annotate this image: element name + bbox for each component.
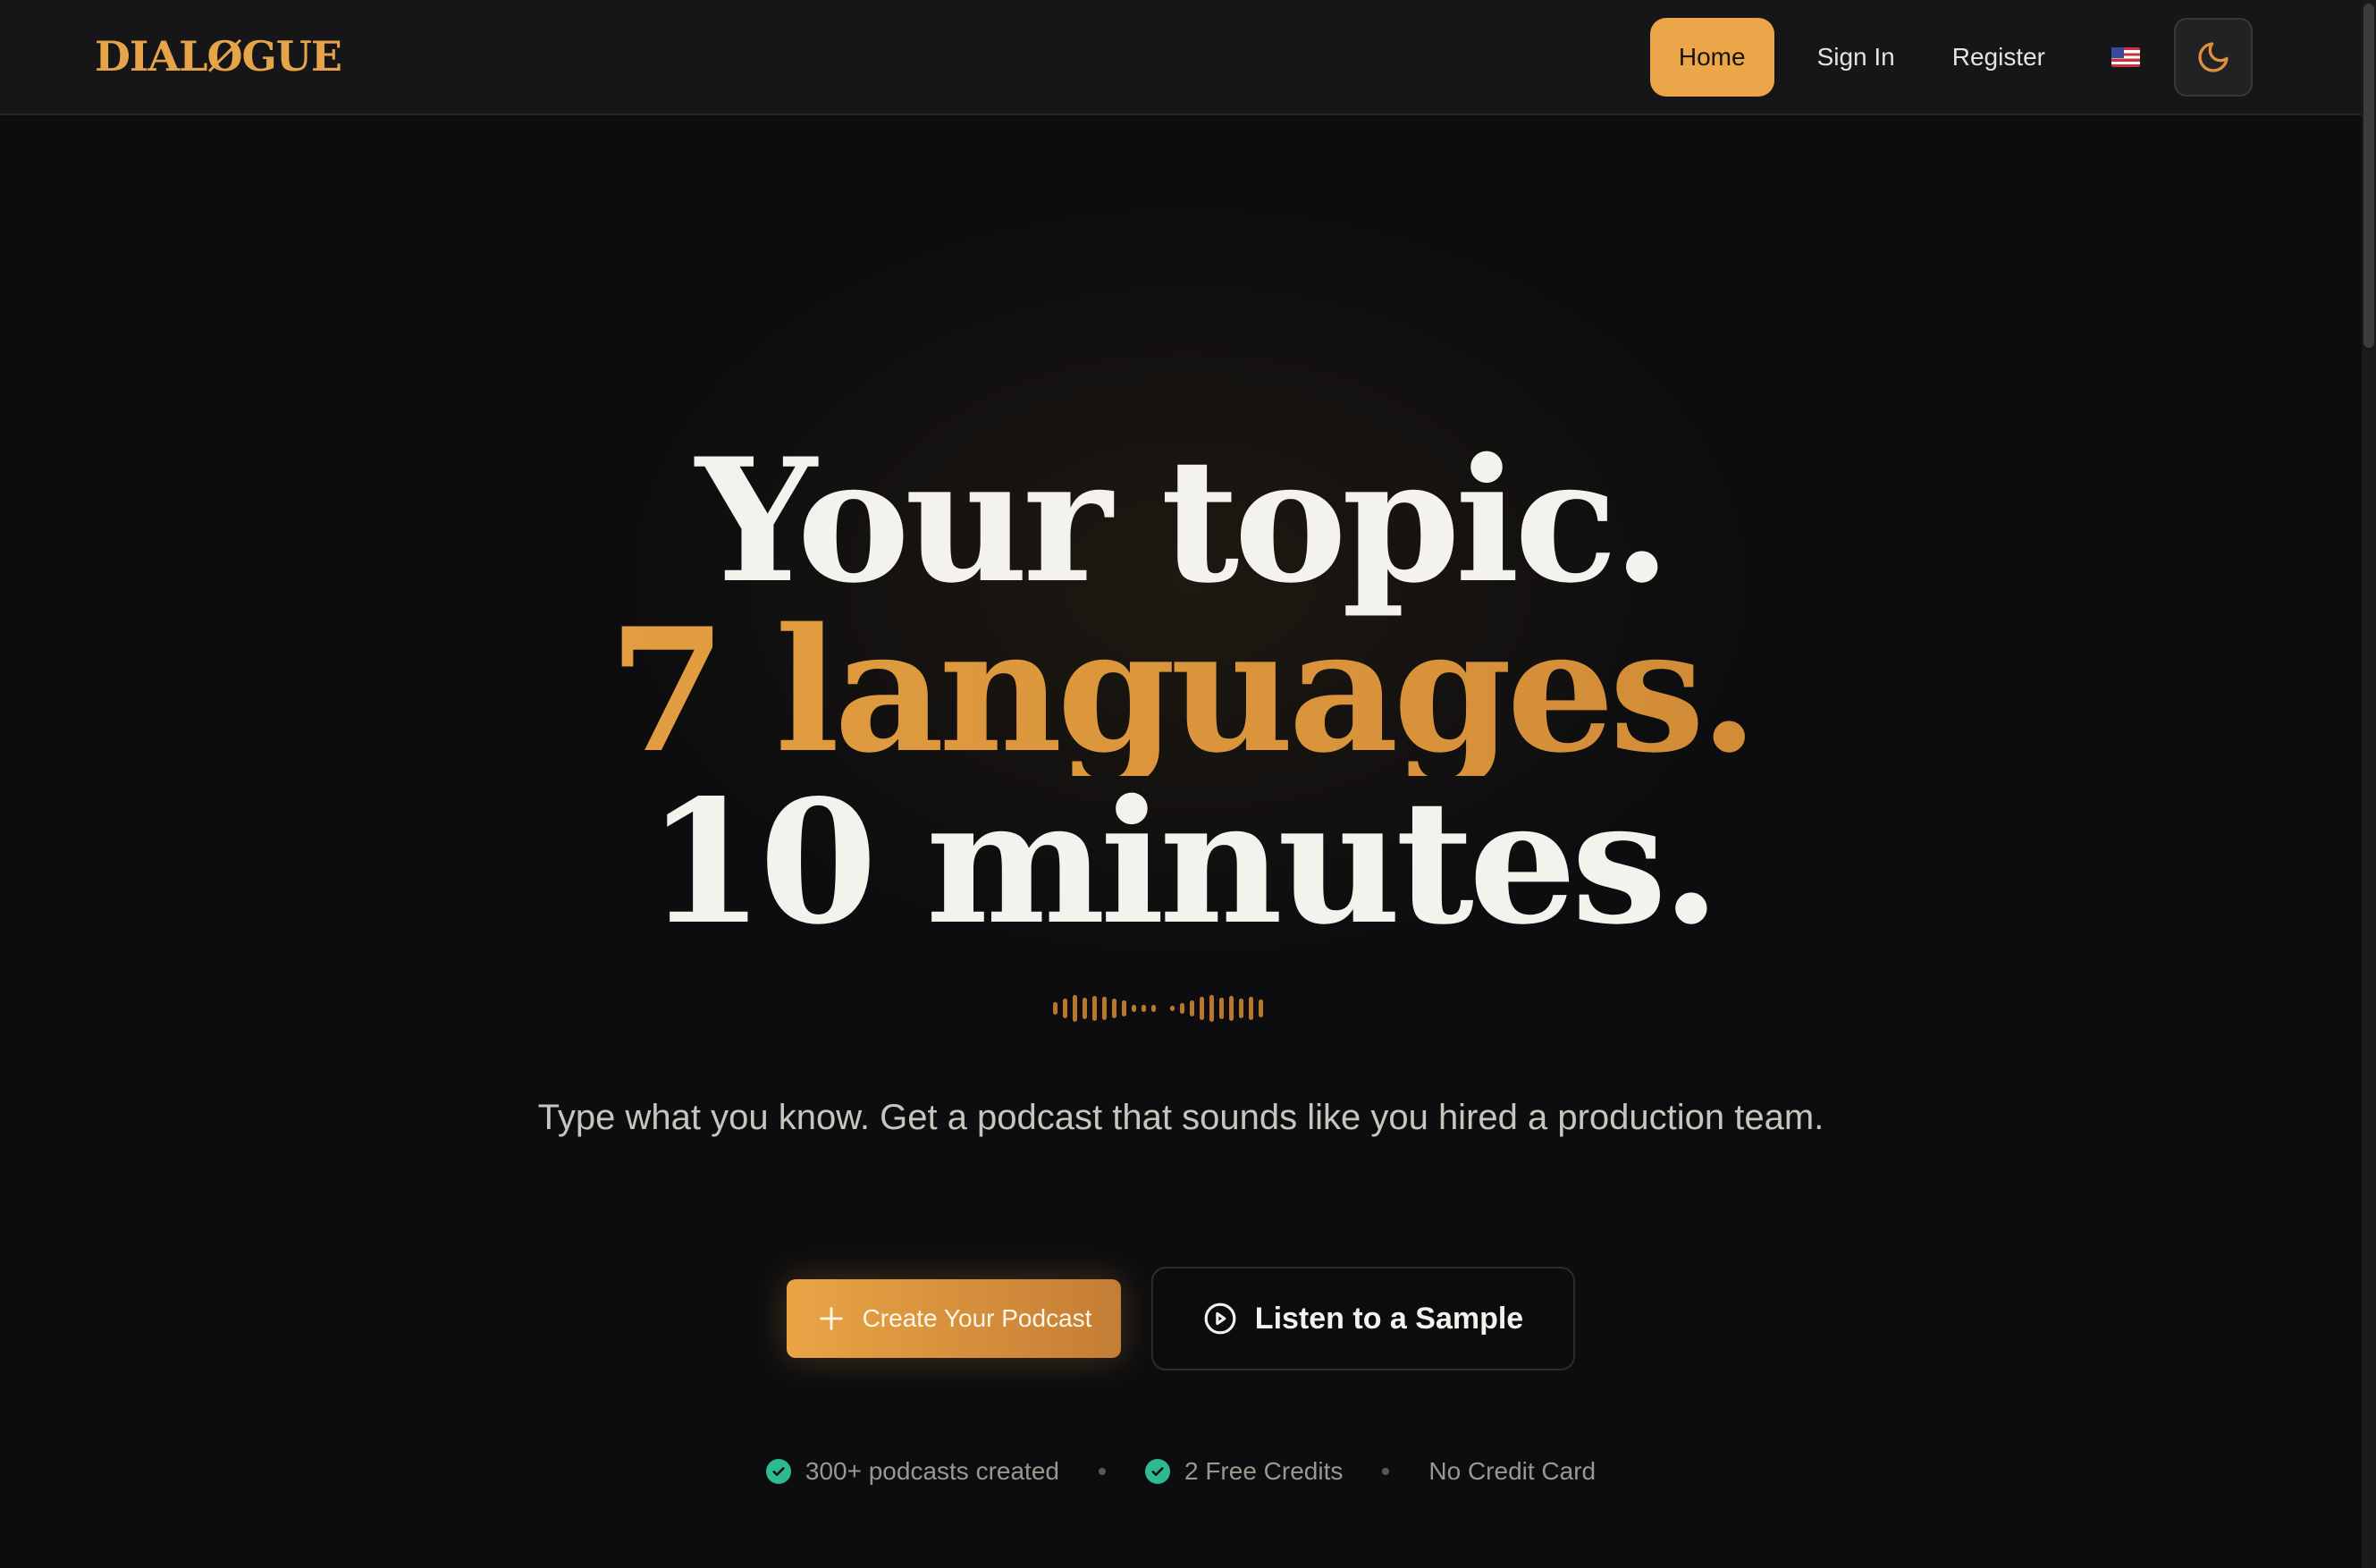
trust-item-podcasts: 300+ podcasts created	[765, 1457, 1059, 1486]
trust-item-credits: 2 Free Credits	[1144, 1457, 1344, 1486]
play-circle-icon	[1204, 1302, 1236, 1335]
moon-icon	[2198, 42, 2229, 72]
plus-icon	[819, 1307, 843, 1330]
nav-register-link[interactable]: Register	[1924, 18, 2074, 97]
top-navbar: DIALØGUE Home Sign In Register	[0, 0, 2362, 115]
page-scrollbar[interactable]	[2362, 0, 2376, 1568]
trust-item-label: 2 Free Credits	[1184, 1457, 1344, 1485]
trust-item-label: 300+ podcasts created	[805, 1457, 1059, 1485]
separator-dot	[1382, 1468, 1390, 1475]
separator-dot	[1098, 1468, 1106, 1475]
main-nav: Home Sign In Register	[1649, 18, 2253, 97]
hero-heading-line-1: Your topic.	[695, 421, 1672, 620]
check-circle-icon	[1144, 1459, 1170, 1484]
listen-sample-button[interactable]: Listen to a Sample	[1151, 1267, 1575, 1370]
trust-item-no-card: No Credit Card	[1428, 1457, 1596, 1486]
check-circle-icon	[765, 1459, 791, 1484]
theme-toggle-button[interactable]	[2174, 18, 2253, 97]
trust-indicators: 300+ podcasts created 2 Free Credits No …	[0, 1457, 2362, 1486]
us-flag-icon[interactable]	[2111, 47, 2140, 67]
create-podcast-button[interactable]: Create Your Podcast	[787, 1279, 1121, 1358]
nav-home-link[interactable]: Home	[1649, 18, 1774, 97]
landing-page: DIALØGUE Home Sign In Register Your topi…	[0, 0, 2376, 1568]
brand-logo[interactable]: DIALØGUE	[95, 32, 342, 80]
hero-heading-line-3: 10 minutes.	[646, 763, 1721, 962]
hero-subtitle: Type what you know. Get a podcast that s…	[537, 1098, 1824, 1137]
scrollbar-thumb[interactable]	[2363, 4, 2374, 348]
audio-waveform-icon	[1053, 992, 1312, 1024]
hero-heading-line-2: 7 languages.	[0, 606, 2362, 776]
listen-sample-label: Listen to a Sample	[1254, 1301, 1524, 1336]
trust-item-label: No Credit Card	[1428, 1457, 1597, 1485]
create-podcast-label: Create Your Podcast	[862, 1304, 1092, 1332]
nav-sign-in-link[interactable]: Sign In	[1789, 18, 1924, 97]
